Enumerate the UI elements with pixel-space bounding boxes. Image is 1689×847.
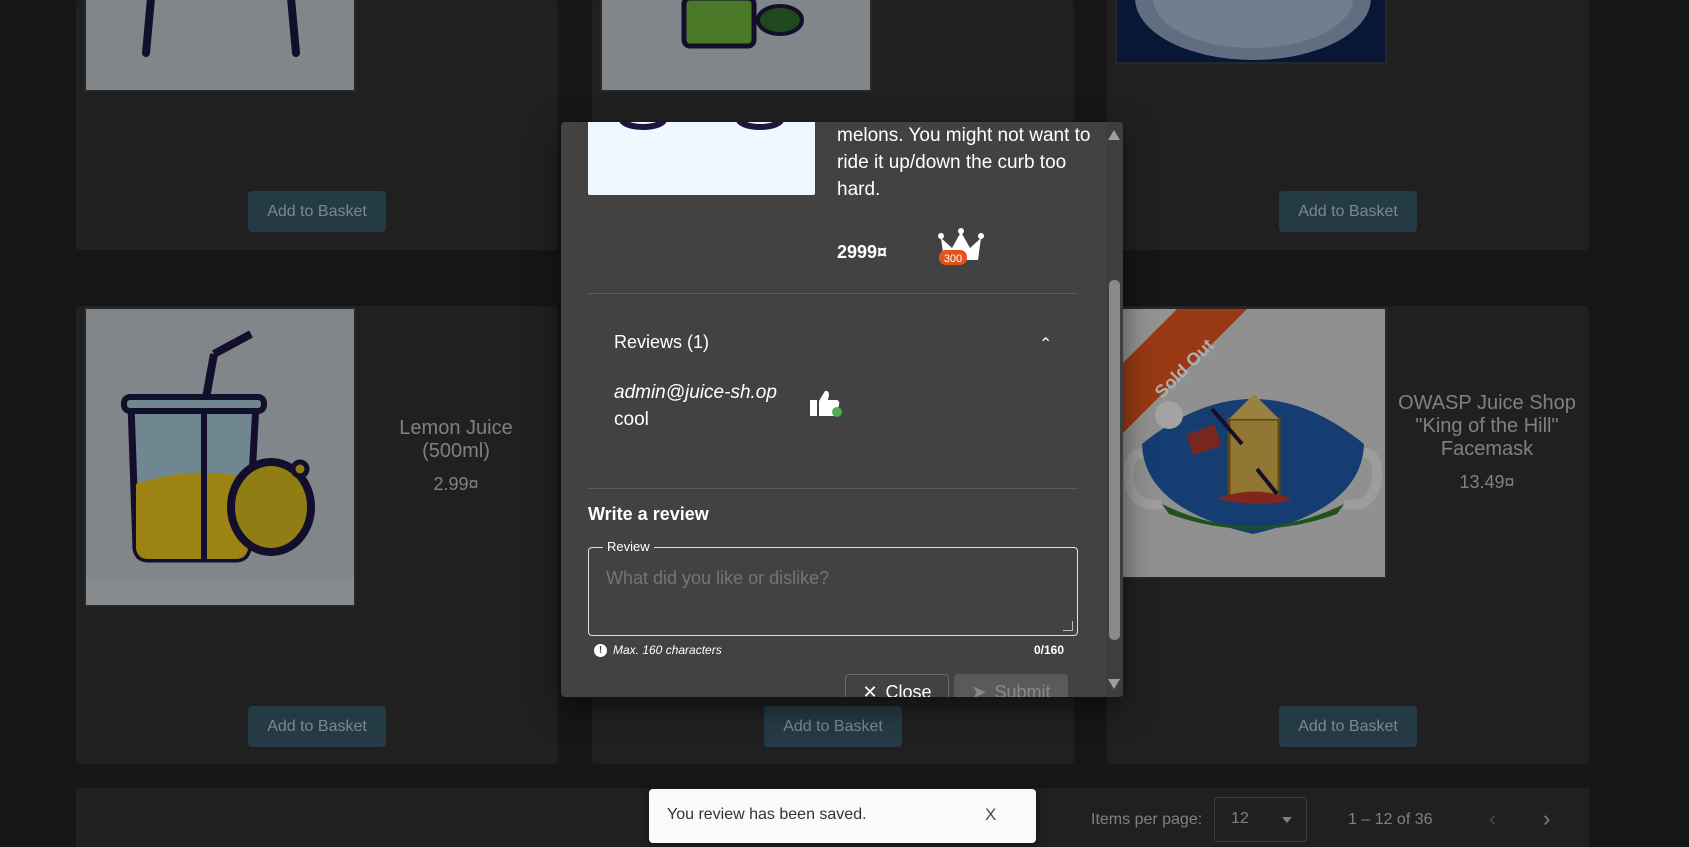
add-to-basket-button[interactable]: Add to Basket [764, 706, 902, 747]
submit-label: Submit [994, 681, 1051, 698]
snackbar-message: You review has been saved. [667, 806, 867, 823]
send-icon: ➤ [971, 681, 987, 698]
coin-illustration-icon [1117, 0, 1385, 62]
close-label: Close [885, 681, 932, 698]
write-review-title: Write a review [588, 504, 709, 524]
dialog-scrollbar[interactable] [1106, 122, 1123, 697]
submit-button[interactable]: ➤ Submit [954, 674, 1068, 697]
chevron-up-icon[interactable]: ⌃ [1039, 334, 1052, 354]
product-name: OWASP Juice Shop "King of the Hill" Face… [1398, 392, 1576, 460]
product-info: OWASP Juice Shop "King of the Hill" Face… [1397, 392, 1577, 494]
page-range: 1 – 12 of 36 [1348, 811, 1433, 828]
scrollbar-thumb[interactable] [1109, 280, 1120, 640]
thumbs-up-icon[interactable] [808, 388, 842, 418]
product-info: Lemon Juice (500ml) 2.99¤ [366, 417, 546, 496]
product-card-lemon: Lemon Juice (500ml) 2.99¤ Add to Basket [76, 306, 558, 764]
product-image[interactable]: Sold Out [1115, 307, 1387, 579]
close-icon: ✕ [862, 681, 878, 698]
next-page-icon[interactable]: › [1543, 806, 1550, 832]
items-per-page-select[interactable]: 12 [1214, 797, 1307, 842]
review-text: cool [614, 409, 649, 430]
product-image[interactable] [84, 307, 356, 607]
product-card-top-left: Add to Basket [76, 0, 558, 250]
product-card-facemask: Sold Out OWASP Juice Shop "King of the H… [1107, 306, 1589, 764]
review-input[interactable] [606, 568, 1056, 589]
scroll-down-icon[interactable] [1108, 679, 1120, 689]
character-counter: 0/160 [1034, 643, 1065, 657]
facemask-icon: Sold Out [1117, 309, 1385, 577]
scroll-up-icon[interactable] [1108, 130, 1120, 140]
product-card-top-right: Add to Basket [1107, 0, 1589, 250]
previous-page-icon[interactable]: ‹ [1489, 806, 1496, 832]
product-details-dialog: melons. You might not want to ride it up… [561, 122, 1123, 697]
product-price: 2.99¤ [433, 474, 479, 494]
snackbar: You review has been saved. X [649, 789, 1036, 843]
add-to-basket-button[interactable]: Add to Basket [1279, 706, 1417, 747]
crown-badge: 300 [944, 253, 962, 265]
product-description: melons. You might not want to ride it up… [837, 125, 1091, 200]
resize-handle-icon[interactable] [1063, 621, 1073, 631]
hint-text: Max. 160 characters [613, 643, 722, 657]
product-image [588, 122, 815, 195]
info-icon: ! [594, 643, 607, 657]
juice-illustration-icon [602, 0, 870, 90]
items-per-page-value: 12 [1231, 810, 1249, 827]
items-per-page-label: Items per page: [1091, 811, 1203, 828]
table-illustration-icon [86, 0, 354, 90]
add-to-basket-button[interactable]: Add to Basket [248, 706, 386, 747]
product-price: 13.49¤ [1459, 472, 1515, 492]
product-price: 2999¤ [837, 242, 888, 262]
add-to-basket-button[interactable]: Add to Basket [248, 191, 386, 232]
product-image[interactable] [1115, 0, 1387, 64]
product-name: Lemon Juice (500ml) [399, 417, 513, 462]
snackbar-dismiss-button[interactable]: X [985, 805, 996, 825]
product-image[interactable] [84, 0, 356, 92]
close-button[interactable]: ✕ Close [845, 674, 949, 697]
product-image[interactable] [600, 0, 872, 92]
product-wheels-icon [619, 122, 784, 130]
divider [588, 293, 1078, 294]
review-field-label: Review [603, 539, 654, 554]
caret-down-icon [1282, 817, 1292, 823]
lemon-juice-icon [86, 309, 354, 605]
reviews-panel-header[interactable]: Reviews (1) [614, 332, 709, 353]
crown-icon: 300 [938, 228, 984, 265]
review-author: admin@juice-sh.op [614, 382, 777, 403]
review-hint: ! Max. 160 characters [594, 643, 722, 657]
divider [588, 488, 1078, 489]
review-field: Review [588, 539, 1078, 636]
add-to-basket-button[interactable]: Add to Basket [1279, 191, 1417, 232]
